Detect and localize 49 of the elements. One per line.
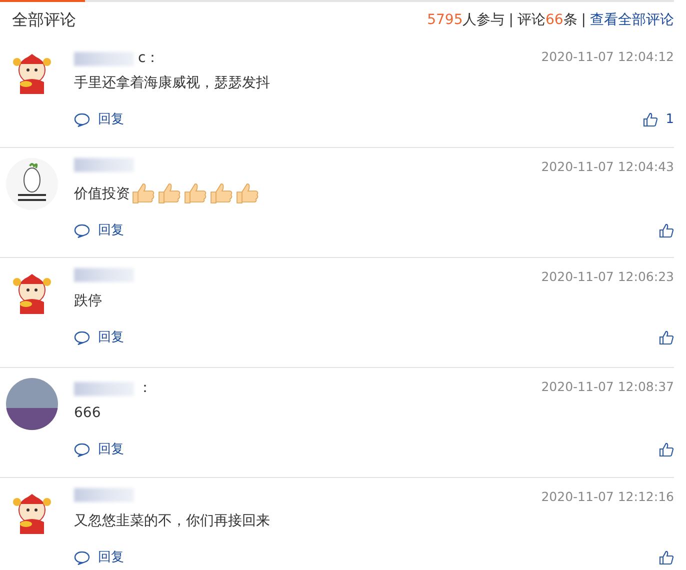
thumbs-up-icon	[130, 180, 156, 205]
speech-bubble-icon	[74, 224, 90, 238]
username-tail: ：	[138, 379, 152, 398]
photo-placeholder	[6, 378, 58, 430]
thumbs-up-icon[interactable]	[642, 112, 658, 128]
comment-text: 价值投资	[74, 184, 130, 204]
comment-unit: 条	[563, 10, 578, 30]
comment-date: 2020-11-07 12:08:37	[541, 378, 674, 396]
comment-text: 跌停	[74, 292, 102, 311]
comment-text: 手里还拿着海康威视，瑟瑟发抖	[74, 74, 270, 93]
speech-bubble-icon	[74, 550, 90, 564]
section-title: 全部评论	[11, 9, 76, 31]
radish-avatar	[6, 158, 58, 210]
thumbs-up-icon[interactable]	[659, 442, 674, 458]
reply-link[interactable]: 回复	[74, 110, 124, 130]
reply-link[interactable]: 回复	[74, 220, 124, 240]
thumbs-up-icon	[156, 180, 182, 205]
comment-count: 66	[545, 10, 564, 30]
comment-text: 666	[74, 404, 101, 423]
username-tail: c：	[138, 49, 160, 68]
redacted-username	[74, 268, 134, 282]
participant-label: 人参与	[462, 10, 505, 30]
comment-label: 评论	[517, 10, 546, 30]
comment-date: 2020-11-07 12:06:23	[541, 268, 674, 286]
comment-text: 又忽悠韭菜的不，你们再接回来	[74, 512, 270, 531]
comment-date: 2020-11-07 12:04:12	[541, 48, 674, 66]
separator: |	[581, 10, 586, 30]
comment-date: 2020-11-07 12:04:43	[541, 158, 674, 176]
redacted-username	[74, 488, 134, 502]
like-count: 1	[666, 111, 674, 129]
reply-link[interactable]: 回复	[74, 328, 124, 348]
speech-bubble-icon	[74, 112, 90, 127]
reply-link[interactable]: 回复	[74, 548, 124, 568]
view-all-link[interactable]: 查看全部评论	[590, 10, 674, 30]
thumbs-up-icon[interactable]	[659, 330, 674, 345]
separator: |	[508, 10, 514, 30]
thumbs-up-icon[interactable]	[659, 223, 674, 238]
thumbs-up-icon	[234, 180, 260, 205]
reply-link[interactable]: 回复	[74, 440, 124, 460]
redacted-username	[74, 382, 134, 396]
thumbs-up-icon[interactable]	[659, 550, 674, 565]
speech-bubble-icon	[74, 442, 90, 457]
comment-date: 2020-11-07 12:12:16	[541, 488, 674, 506]
redacted-username	[74, 158, 134, 172]
speech-bubble-icon	[74, 330, 90, 344]
thumbs-up-icon	[208, 180, 234, 205]
redacted-username	[74, 52, 134, 66]
participant-count: 5795	[427, 10, 463, 30]
thumbs-up-icon	[182, 180, 208, 205]
